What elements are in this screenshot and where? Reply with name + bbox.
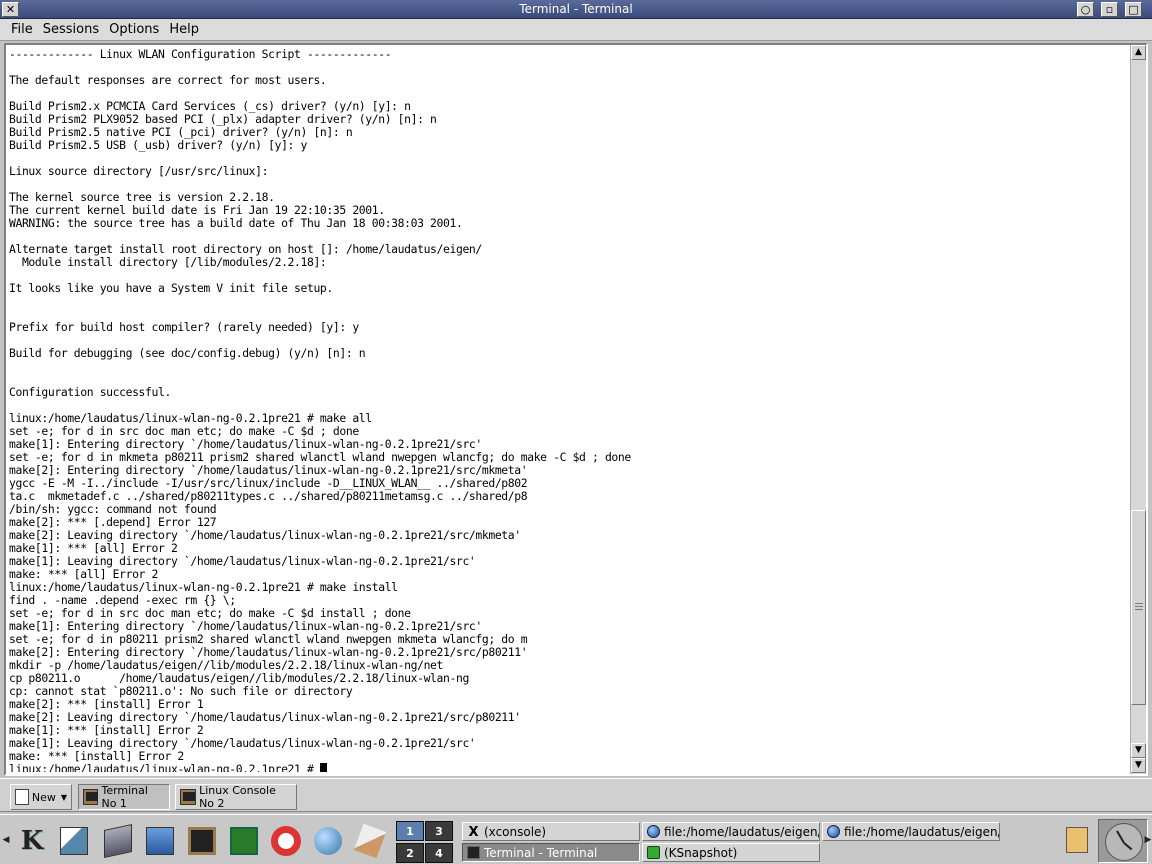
tab-linux-console-no-2[interactable]: Linux Console No 2 bbox=[175, 784, 297, 810]
tab-label: Linux Console No 2 bbox=[199, 784, 276, 810]
x-icon: X bbox=[468, 825, 479, 840]
terminal-line: ------------- Linux WLAN Configuration S… bbox=[9, 48, 392, 61]
konsole-icon bbox=[188, 827, 216, 855]
text-cursor bbox=[319, 763, 327, 772]
control-center-launcher[interactable] bbox=[100, 823, 136, 859]
new-session-button[interactable]: New ▼ bbox=[10, 784, 72, 810]
editor-launcher[interactable] bbox=[352, 823, 388, 859]
analog-clock[interactable] bbox=[1098, 819, 1148, 863]
terminal-line: make[1]: Leaving directory `/home/laudat… bbox=[9, 554, 476, 568]
new-document-icon bbox=[15, 789, 29, 805]
menu-help[interactable]: Help bbox=[164, 22, 204, 37]
globe-icon bbox=[314, 827, 342, 855]
pen-icon bbox=[353, 823, 387, 859]
panel-hide-left-icon[interactable]: ◀ bbox=[2, 821, 10, 859]
scroll-down-arrow-icon[interactable]: ▼ bbox=[1131, 743, 1146, 758]
terminal-line: Prefix for build host compiler? (rarely … bbox=[9, 320, 359, 334]
session-tab-bar: New ▼ Terminal No 1 Linux Console No 2 bbox=[0, 778, 1152, 812]
shell-prompt: linux:/home/laudatus/linux-wlan-ng-0.2.1… bbox=[9, 762, 320, 773]
file-manager-launcher[interactable] bbox=[142, 823, 178, 859]
menu-options[interactable]: Options bbox=[104, 22, 164, 37]
terminal-line: Module install directory [/lib/modules/2… bbox=[9, 255, 327, 269]
task-browser-1[interactable]: file:/home/laudatus/eigen/... bbox=[642, 822, 820, 841]
terminal-line: Linux source directory [/usr/src/linux]: bbox=[9, 164, 269, 178]
terminal-line: The default responses are correct for mo… bbox=[9, 73, 327, 87]
terminal-line: It looks like you have a System V init f… bbox=[9, 281, 333, 295]
ksnapshot-icon bbox=[647, 846, 660, 859]
new-session-label: New bbox=[31, 790, 56, 804]
k-menu-button[interactable]: K bbox=[14, 823, 50, 859]
kde-logo-icon: K bbox=[20, 826, 44, 856]
terminal-prompt-line: linux:/home/laudatus/linux-wlan-ng-0.2.1… bbox=[9, 763, 1131, 772]
tab-terminal-no-1[interactable]: Terminal No 1 bbox=[78, 784, 170, 810]
terminal-frame: ------------- Linux WLAN Configuration S… bbox=[4, 43, 1148, 776]
clipboard-icon[interactable] bbox=[1066, 827, 1088, 853]
sticky-button[interactable]: ○ bbox=[1077, 2, 1094, 17]
terminal-line: Build Prism2.5 USB (_usb) driver? (y/n) … bbox=[9, 138, 307, 152]
menu-sessions[interactable]: Sessions bbox=[38, 22, 104, 37]
task-terminal[interactable]: Terminal - Terminal bbox=[462, 843, 640, 862]
help-launcher[interactable] bbox=[268, 823, 304, 859]
chevron-down-icon: ▼ bbox=[60, 792, 67, 802]
panel-hide-right-icon[interactable]: ▶ bbox=[1144, 821, 1152, 859]
maximize-icon: □ bbox=[1128, 3, 1139, 16]
terminal-icon bbox=[467, 846, 480, 859]
desktop-2[interactable]: 2 bbox=[396, 843, 424, 863]
task-ksnapshot[interactable]: (KSnapshot) bbox=[642, 843, 820, 862]
scroll-up-arrow-icon[interactable]: ▲ bbox=[1131, 45, 1146, 60]
desktop-pager: 1 2 3 4 bbox=[396, 821, 454, 863]
terminal-line: Build for debugging (see doc/config.debu… bbox=[9, 346, 366, 360]
lifebuoy-icon bbox=[271, 826, 301, 856]
task-browser-2[interactable]: file:/home/laudatus/eigen/... bbox=[822, 822, 1000, 841]
control-center-icon bbox=[104, 824, 132, 858]
window-list-launcher[interactable] bbox=[56, 823, 92, 859]
minimize-icon: ▫ bbox=[1105, 3, 1114, 16]
window-list-icon bbox=[60, 827, 88, 855]
globe-icon bbox=[647, 825, 660, 838]
home-folder-icon bbox=[146, 827, 174, 855]
terminal-icon bbox=[83, 789, 99, 805]
system-monitor-launcher[interactable] bbox=[226, 823, 262, 859]
task-xconsole[interactable]: X (xconsole) bbox=[462, 822, 640, 841]
maximize-button[interactable]: □ bbox=[1125, 2, 1142, 17]
minimize-button[interactable]: ▫ bbox=[1101, 2, 1118, 17]
desktop-1[interactable]: 1 bbox=[396, 821, 424, 841]
terminal-line: WARNING: the source tree has a build dat… bbox=[9, 216, 463, 230]
scroll-end-arrow-icon[interactable]: ▼ bbox=[1131, 758, 1146, 773]
terminal-icon bbox=[180, 789, 197, 805]
terminal-line: Configuration successful. bbox=[9, 385, 171, 399]
terminal-output[interactable]: ------------- Linux WLAN Configuration S… bbox=[9, 48, 1131, 772]
chip-icon bbox=[230, 827, 258, 855]
menu-file[interactable]: File bbox=[6, 22, 38, 37]
desktop-3[interactable]: 3 bbox=[425, 821, 453, 841]
menu-bar: File Sessions Options Help bbox=[0, 19, 1152, 41]
window-titlebar[interactable]: ✕ Terminal - Terminal ○ ▫ □ bbox=[0, 0, 1152, 19]
kde-panel: ◀ K 1 2 3 4 X (xconsole) file:/home/laud… bbox=[0, 814, 1152, 864]
globe-icon bbox=[827, 825, 840, 838]
browser-launcher[interactable] bbox=[310, 823, 346, 859]
scrollbar-thumb[interactable] bbox=[1131, 510, 1146, 705]
window-title: Terminal - Terminal bbox=[519, 2, 633, 16]
desktop-4[interactable]: 4 bbox=[425, 843, 453, 863]
terminal-line: make[2]: Leaving directory `/home/laudat… bbox=[9, 528, 521, 542]
clock-face-icon bbox=[1105, 823, 1143, 861]
tab-label: Terminal No 1 bbox=[101, 784, 148, 810]
terminal-scrollbar[interactable]: ▲ ▼ ▼ bbox=[1130, 45, 1146, 774]
sticky-icon: ○ bbox=[1080, 3, 1091, 16]
konsole-launcher[interactable] bbox=[184, 823, 220, 859]
